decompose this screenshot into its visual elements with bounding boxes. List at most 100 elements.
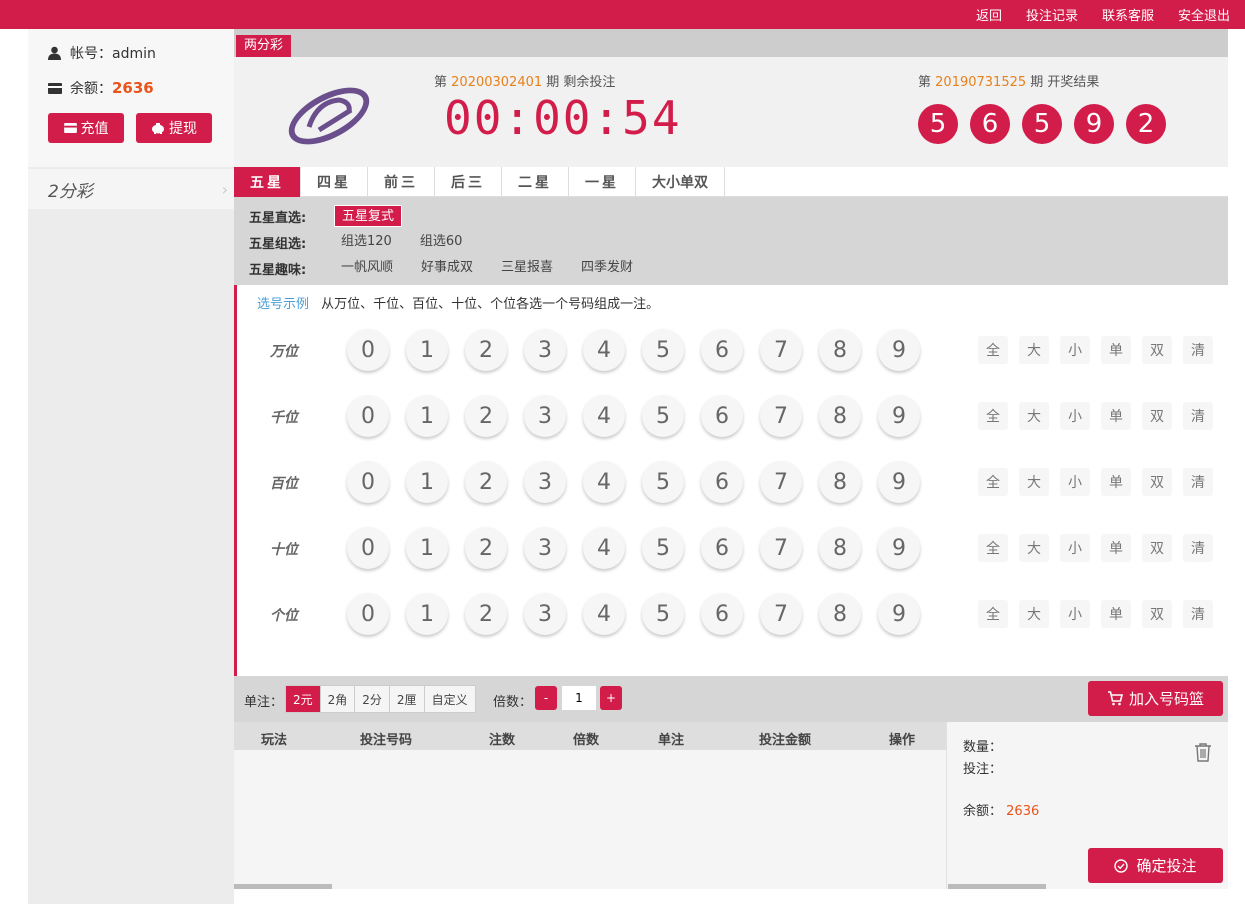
unit-custom[interactable]: 自定义 bbox=[425, 686, 475, 712]
option-fun-4[interactable]: 四季发财 bbox=[574, 257, 640, 279]
quick-select-odd[interactable]: 单 bbox=[1101, 468, 1131, 496]
digit-ball-0[interactable]: 0 bbox=[347, 593, 389, 635]
digit-ball-6[interactable]: 6 bbox=[701, 527, 743, 569]
digit-ball-1[interactable]: 1 bbox=[406, 461, 448, 503]
quick-select-clear[interactable]: 清 bbox=[1183, 402, 1213, 430]
digit-ball-7[interactable]: 7 bbox=[760, 593, 802, 635]
digit-ball-6[interactable]: 6 bbox=[701, 461, 743, 503]
digit-ball-0[interactable]: 0 bbox=[347, 395, 389, 437]
option-fun-2[interactable]: 好事成双 bbox=[414, 257, 480, 279]
quick-select-clear[interactable]: 清 bbox=[1183, 534, 1213, 562]
digit-ball-5[interactable]: 5 bbox=[642, 395, 684, 437]
nav-customer-service-link[interactable]: 联系客服 bbox=[1102, 5, 1154, 24]
digit-ball-8[interactable]: 8 bbox=[819, 593, 861, 635]
example-link[interactable]: 选号示例 bbox=[257, 297, 309, 312]
add-to-basket-button[interactable]: 加入号码篮 bbox=[1088, 681, 1223, 716]
digit-ball-1[interactable]: 1 bbox=[406, 593, 448, 635]
quick-select-small[interactable]: 小 bbox=[1060, 600, 1090, 628]
digit-ball-5[interactable]: 5 bbox=[642, 329, 684, 371]
digit-ball-2[interactable]: 2 bbox=[465, 329, 507, 371]
digit-ball-5[interactable]: 5 bbox=[642, 527, 684, 569]
digit-ball-9[interactable]: 9 bbox=[878, 395, 920, 437]
unit-2fen[interactable]: 2分 bbox=[355, 686, 390, 712]
quick-select-big[interactable]: 大 bbox=[1019, 600, 1049, 628]
digit-ball-1[interactable]: 1 bbox=[406, 527, 448, 569]
quick-select-clear[interactable]: 清 bbox=[1183, 468, 1213, 496]
confirm-bet-button[interactable]: 确定投注 bbox=[1088, 848, 1223, 883]
option-fun-1[interactable]: 一帆风顺 bbox=[334, 257, 400, 279]
quick-select-small[interactable]: 小 bbox=[1060, 402, 1090, 430]
horizontal-scrollbar[interactable] bbox=[234, 884, 332, 889]
digit-ball-8[interactable]: 8 bbox=[819, 329, 861, 371]
digit-ball-6[interactable]: 6 bbox=[701, 329, 743, 371]
quick-select-big[interactable]: 大 bbox=[1019, 534, 1049, 562]
digit-ball-9[interactable]: 9 bbox=[878, 461, 920, 503]
digit-ball-4[interactable]: 4 bbox=[583, 461, 625, 503]
trash-icon[interactable] bbox=[1194, 742, 1214, 764]
digit-ball-4[interactable]: 4 bbox=[583, 329, 625, 371]
tab-two-star[interactable]: 二星 bbox=[502, 167, 569, 197]
quick-select-clear[interactable]: 清 bbox=[1183, 600, 1213, 628]
quick-select-all[interactable]: 全 bbox=[978, 534, 1008, 562]
digit-ball-1[interactable]: 1 bbox=[406, 395, 448, 437]
digit-ball-2[interactable]: 2 bbox=[465, 527, 507, 569]
nav-bet-records-link[interactable]: 投注记录 bbox=[1026, 5, 1078, 24]
unit-2jiao[interactable]: 2角 bbox=[321, 686, 356, 712]
quick-select-odd[interactable]: 单 bbox=[1101, 336, 1131, 364]
digit-ball-2[interactable]: 2 bbox=[465, 461, 507, 503]
quick-select-big[interactable]: 大 bbox=[1019, 468, 1049, 496]
digit-ball-4[interactable]: 4 bbox=[583, 395, 625, 437]
nav-back-link[interactable]: 返回 bbox=[976, 5, 1002, 24]
quick-select-odd[interactable]: 单 bbox=[1101, 600, 1131, 628]
nav-logout-link[interactable]: 安全退出 bbox=[1178, 5, 1230, 24]
option-five-star-compound[interactable]: 五星复式 bbox=[334, 205, 403, 227]
digit-ball-8[interactable]: 8 bbox=[819, 461, 861, 503]
digit-ball-9[interactable]: 9 bbox=[878, 527, 920, 569]
digit-ball-2[interactable]: 2 bbox=[465, 395, 507, 437]
recharge-button[interactable]: 充值 bbox=[48, 113, 124, 143]
tab-five-star[interactable]: 五星 bbox=[234, 167, 301, 197]
digit-ball-3[interactable]: 3 bbox=[524, 527, 566, 569]
quick-select-even[interactable]: 双 bbox=[1142, 468, 1172, 496]
digit-ball-9[interactable]: 9 bbox=[878, 593, 920, 635]
digit-ball-4[interactable]: 4 bbox=[583, 593, 625, 635]
horizontal-scrollbar[interactable] bbox=[948, 884, 1046, 889]
multiplier-input[interactable] bbox=[562, 686, 596, 710]
tab-back-three[interactable]: 后三 bbox=[435, 167, 502, 197]
digit-ball-3[interactable]: 3 bbox=[524, 461, 566, 503]
digit-ball-3[interactable]: 3 bbox=[524, 395, 566, 437]
quick-select-even[interactable]: 双 bbox=[1142, 600, 1172, 628]
tab-four-star[interactable]: 四星 bbox=[301, 167, 368, 197]
quick-select-even[interactable]: 双 bbox=[1142, 534, 1172, 562]
quick-select-even[interactable]: 双 bbox=[1142, 402, 1172, 430]
tab-one-star[interactable]: 一星 bbox=[569, 167, 636, 197]
quick-select-all[interactable]: 全 bbox=[978, 600, 1008, 628]
sidebar-item-2fencai[interactable]: 2分彩 › bbox=[28, 169, 234, 209]
digit-ball-7[interactable]: 7 bbox=[760, 461, 802, 503]
digit-ball-3[interactable]: 3 bbox=[524, 593, 566, 635]
quick-select-small[interactable]: 小 bbox=[1060, 534, 1090, 562]
digit-ball-3[interactable]: 3 bbox=[524, 329, 566, 371]
digit-ball-1[interactable]: 1 bbox=[406, 329, 448, 371]
digit-ball-8[interactable]: 8 bbox=[819, 395, 861, 437]
digit-ball-6[interactable]: 6 bbox=[701, 593, 743, 635]
quick-select-clear[interactable]: 清 bbox=[1183, 336, 1213, 364]
digit-ball-8[interactable]: 8 bbox=[819, 527, 861, 569]
withdraw-button[interactable]: 提现 bbox=[136, 113, 212, 143]
digit-ball-7[interactable]: 7 bbox=[760, 527, 802, 569]
digit-ball-2[interactable]: 2 bbox=[465, 593, 507, 635]
digit-ball-9[interactable]: 9 bbox=[878, 329, 920, 371]
digit-ball-0[interactable]: 0 bbox=[347, 527, 389, 569]
digit-ball-4[interactable]: 4 bbox=[583, 527, 625, 569]
option-fun-3[interactable]: 三星报喜 bbox=[494, 257, 560, 279]
digit-ball-5[interactable]: 5 bbox=[642, 593, 684, 635]
tab-size-odd-even[interactable]: 大小单双 bbox=[636, 167, 725, 197]
digit-ball-6[interactable]: 6 bbox=[701, 395, 743, 437]
quick-select-small[interactable]: 小 bbox=[1060, 336, 1090, 364]
multiplier-minus-button[interactable]: - bbox=[535, 686, 557, 710]
multiplier-plus-button[interactable]: + bbox=[600, 686, 622, 710]
quick-select-all[interactable]: 全 bbox=[978, 468, 1008, 496]
digit-ball-0[interactable]: 0 bbox=[347, 329, 389, 371]
digit-ball-0[interactable]: 0 bbox=[347, 461, 389, 503]
digit-ball-7[interactable]: 7 bbox=[760, 329, 802, 371]
